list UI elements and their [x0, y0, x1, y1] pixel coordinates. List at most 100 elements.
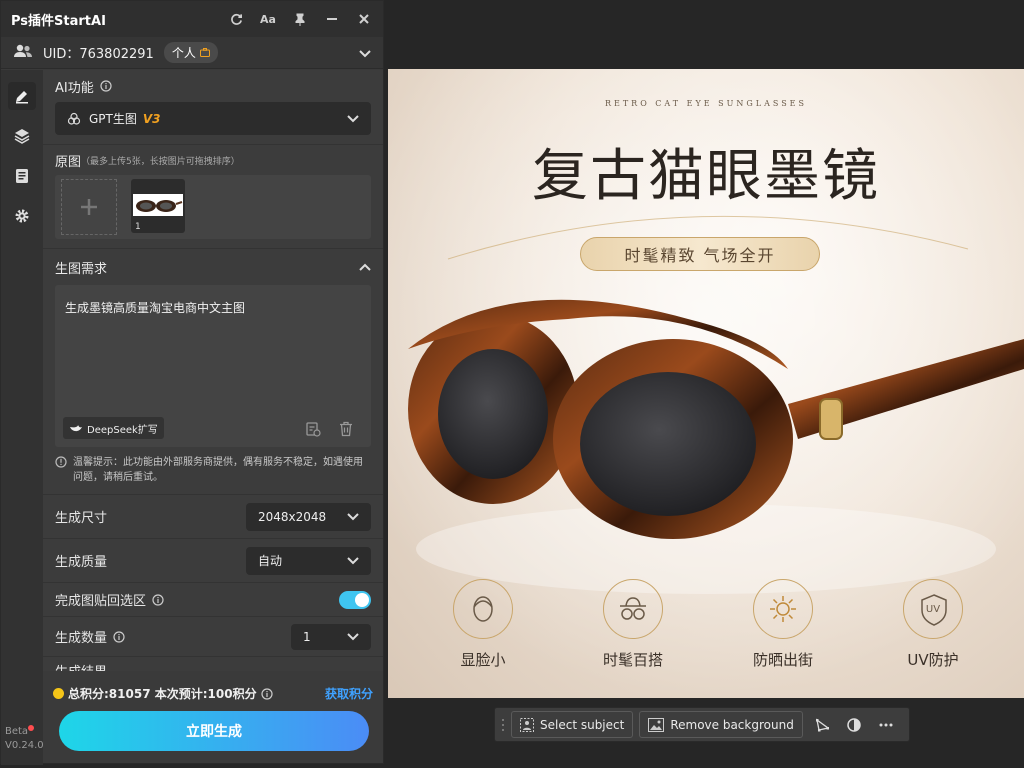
panel-footer: 总积分:81057 本次预计:100积分 获取积分 立即生成 [43, 675, 383, 765]
quality-select[interactable]: 自动 [246, 546, 371, 575]
prompt-textarea[interactable]: 生成墨镜高质量淘宝电商中文主图 DeepSeek扩写 [55, 285, 371, 447]
chevron-down-icon[interactable] [359, 43, 371, 62]
model-version-tag: V3 [142, 111, 161, 126]
count-label: 生成数量 [55, 631, 108, 646]
result-row: 生成结果 [43, 656, 383, 671]
minimize-icon[interactable] [323, 10, 341, 28]
startai-plugin-panel: Ps插件StartAI Aa UID：763802291 个人 Beta V0.… [0, 0, 384, 765]
account-type-badge: 个人 [163, 42, 218, 63]
ai-function-label: AI功能 [55, 80, 94, 96]
size-value: 2048x2048 [258, 509, 327, 524]
gear-icon[interactable] [8, 202, 36, 230]
face-icon [453, 579, 513, 639]
uv-icon-text: UV [925, 603, 941, 615]
artwork-english-subtitle: RETRO CAT EYE SUNGLASSES [604, 99, 807, 108]
deepseek-expand-button[interactable]: DeepSeek扩写 [63, 417, 164, 439]
feature-label: 防晒出街 [752, 651, 813, 669]
quality-value: 自动 [258, 554, 283, 568]
image-icon [648, 717, 665, 732]
feature-item: 防晒出街 [728, 579, 838, 679]
artwork-tagline-banner: 时髦精致 气场全开 [580, 237, 820, 271]
sun-icon [753, 579, 813, 639]
result-label: 生成结果 [55, 661, 107, 671]
feature-item: UV UV防护 [878, 579, 988, 679]
user-bar[interactable]: UID：763802291 个人 [1, 37, 383, 69]
count-select[interactable]: 1 [291, 623, 371, 650]
paste-back-toggle[interactable] [339, 590, 371, 609]
chevron-down-icon [347, 554, 359, 568]
refresh-icon[interactable] [227, 10, 245, 28]
feature-label: 显脸小 [460, 651, 506, 669]
notice-row: 温馨提示：此功能由外部服务商提供，偶有服务不稳定，如遇使用问题，请稍后重试。 [43, 447, 383, 485]
artwork-headline: 复古猫眼墨镜 [532, 144, 880, 209]
generate-button[interactable]: 立即生成 [59, 711, 369, 751]
size-label: 生成尺寸 [55, 511, 108, 526]
info-icon[interactable] [260, 687, 273, 700]
beta-label: Beta [5, 726, 29, 737]
artwork-tagline: 时髦精致 气场全开 [624, 246, 776, 265]
pin-icon[interactable] [291, 10, 309, 28]
prompt-label: 生图需求 [55, 261, 108, 277]
chevron-down-icon [347, 630, 359, 644]
close-icon[interactable] [355, 10, 373, 28]
add-image-button[interactable] [61, 179, 117, 235]
hat-glasses-icon [603, 579, 663, 639]
chevron-down-icon [347, 112, 359, 126]
person-select-icon [520, 717, 534, 732]
deepseek-label: DeepSeek扩写 [87, 424, 158, 436]
model-icon [67, 112, 81, 126]
artwork-features: 显脸小 时髦百搭 防晒出街 UV UV防护 [428, 579, 988, 679]
get-points-link[interactable]: 获取积分 [325, 685, 373, 702]
trash-icon[interactable] [339, 421, 353, 437]
font-size-icon[interactable]: Aa [259, 10, 277, 28]
prompt-text: 生成墨镜高质量淘宝电商中文主图 [65, 301, 246, 315]
paste-back-row: 完成图贴回选区 [43, 582, 383, 616]
update-dot [28, 725, 35, 731]
remove-background-label: Remove background [670, 717, 794, 732]
remove-background-button[interactable]: Remove background [639, 711, 803, 738]
prompt-section: 生图需求 生成墨镜高质量淘宝电商中文主图 DeepSeek扩写 温馨提示：此功能… [43, 248, 383, 494]
users-icon [13, 43, 33, 62]
toggle-knob [355, 592, 369, 607]
points-text: 总积分:81057 本次预计:100积分 [68, 687, 257, 701]
count-value: 1 [303, 629, 311, 644]
size-row: 生成尺寸 2048x2048 [43, 494, 383, 538]
coin-icon [53, 688, 64, 699]
history-icon[interactable] [305, 421, 321, 437]
transform-icon[interactable] [809, 712, 835, 738]
quality-label: 生成质量 [55, 555, 108, 570]
info-icon[interactable] [100, 80, 112, 92]
model-name: GPT生图 [89, 112, 137, 126]
feature-item: 时髦百搭 [578, 579, 688, 679]
account-type-label: 个人 [171, 46, 196, 60]
image-index: 1 [135, 222, 141, 232]
info-icon[interactable] [113, 630, 125, 643]
adjustment-icon[interactable] [841, 712, 867, 738]
chevron-up-icon[interactable] [359, 263, 371, 271]
model-select[interactable]: GPT生图 V3 [55, 102, 371, 135]
paste-back-label: 完成图贴回选区 [55, 594, 147, 609]
drag-handle-icon[interactable] [501, 717, 505, 733]
whale-icon [70, 425, 82, 432]
title-bar: Ps插件StartAI Aa [1, 1, 383, 37]
quality-row: 生成质量 自动 [43, 538, 383, 582]
chevron-down-icon [347, 510, 359, 524]
canvas-artwork: RETRO CAT EYE SUNGLASSES 复古猫眼墨镜 时髦精致 气场全… [388, 69, 1024, 698]
document-icon[interactable] [8, 162, 36, 190]
uv-shield-icon: UV [903, 579, 963, 639]
source-images-label: 原图 [55, 154, 82, 170]
user-id: UID：763802291 [43, 47, 154, 62]
feature-label: UV防护 [907, 651, 959, 669]
size-select[interactable]: 2048x2048 [246, 502, 371, 531]
more-options-icon[interactable] [873, 712, 899, 738]
select-subject-button[interactable]: Select subject [511, 711, 634, 738]
plus-icon [81, 199, 97, 215]
layers-icon[interactable] [8, 122, 36, 150]
briefcase-icon [199, 48, 210, 57]
select-subject-label: Select subject [540, 717, 625, 732]
edit-icon[interactable] [8, 82, 36, 110]
uploaded-image-thumbnail[interactable]: 1 [131, 179, 185, 233]
info-icon[interactable] [152, 593, 164, 606]
feature-label: 时髦百搭 [602, 651, 663, 669]
side-nav: Beta V0.24.0 [1, 70, 44, 765]
